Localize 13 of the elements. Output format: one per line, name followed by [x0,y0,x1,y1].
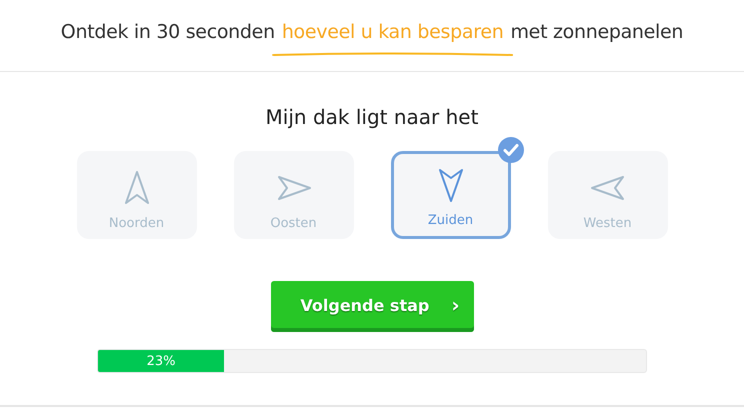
question-text: Mijn dak ligt naar het [264,105,480,129]
next-step-button[interactable]: Volgende stap › [270,281,474,332]
direction-option[interactable]: Noorden [76,151,196,239]
direction-option[interactable]: Zuiden [390,151,510,239]
direction-option[interactable]: Oosten [234,151,354,239]
underline-swoosh-icon [272,51,514,59]
direction-option[interactable]: Westen [548,151,668,239]
headline-text: Ontdek in 30 seconden [60,21,275,43]
chevron-icon: › [451,293,460,317]
checkmark-icon [496,136,524,164]
headline-highlight: hoeveel u kan besparen [282,21,504,43]
headline-text: met zonnepanelen [510,21,684,43]
progress-reading: 23% [146,354,176,368]
